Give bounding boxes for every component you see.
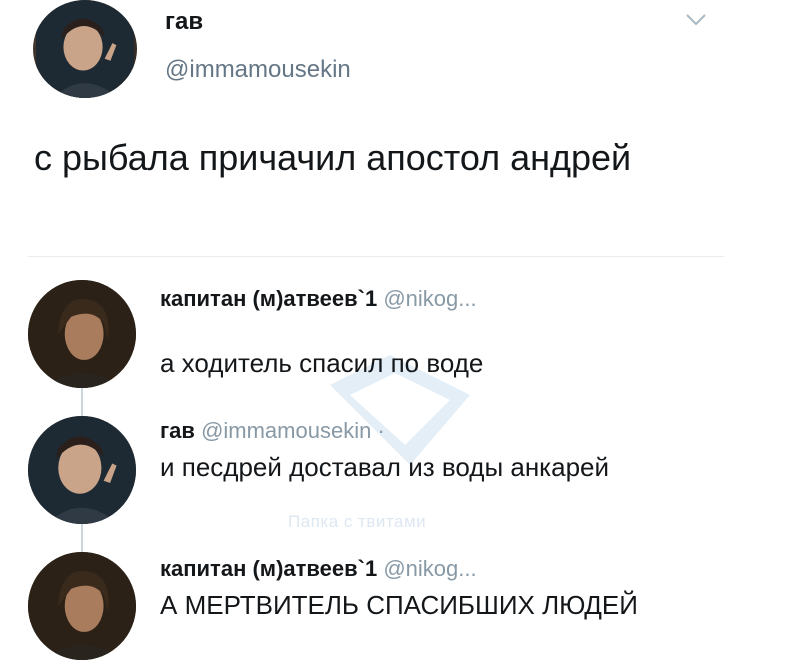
reply-text: и песдрей доставал из воды анкарей [160,452,610,482]
reply-author-handle[interactable]: @nikog... [383,286,476,311]
reply-author-name[interactable]: капитан (м)атвеев`1 [160,556,377,581]
author-name[interactable]: гав [165,8,203,36]
avatar[interactable] [28,552,136,660]
reply-author-handle[interactable]: @nikog... [383,556,476,581]
avatar-photo [36,0,134,98]
tweet-text: с рыбала причачил апостол андрей [34,137,632,178]
chevron-down-icon[interactable] [685,12,707,28]
avatar-photo [28,280,136,388]
author-handle[interactable]: @immamousekin [165,56,351,84]
thread-line [81,524,83,552]
avatar-photo [28,552,136,660]
reply-tweet: гав @immamousekin · и песдрей доставал и… [0,416,788,524]
reply-author-name[interactable]: капитан (м)атвеев`1 [160,286,377,311]
reply-author-handle[interactable]: @immamousekin · [201,418,385,443]
reply-text: а ходитель спасил по воде [160,348,484,378]
reply-tweet: капитан (м)атвеев`1 @nikog... а ходитель… [0,280,788,388]
avatar-photo [28,416,136,524]
avatar[interactable] [28,280,136,388]
avatar[interactable] [28,416,136,524]
reply-author-name[interactable]: гав [160,418,195,443]
reply-text: А МЕРТВИТЕЛЬ СПАСИБШИХ ЛЮДЕЙ [160,590,638,620]
reply-author[interactable]: капитан (м)атвеев`1 @nikog... [160,556,477,582]
reply-author[interactable]: гав @immamousekin · [160,418,385,444]
reply-author[interactable]: капитан (м)атвеев`1 @nikog... [160,286,477,312]
reply-tweet: капитан (м)атвеев`1 @nikog... А МЕРТВИТЕ… [0,552,788,660]
divider [28,256,724,257]
main-tweet: гав @immamousekin с рыбала причачил апос… [0,0,788,256]
thread-line [81,388,83,416]
avatar[interactable] [33,0,137,98]
